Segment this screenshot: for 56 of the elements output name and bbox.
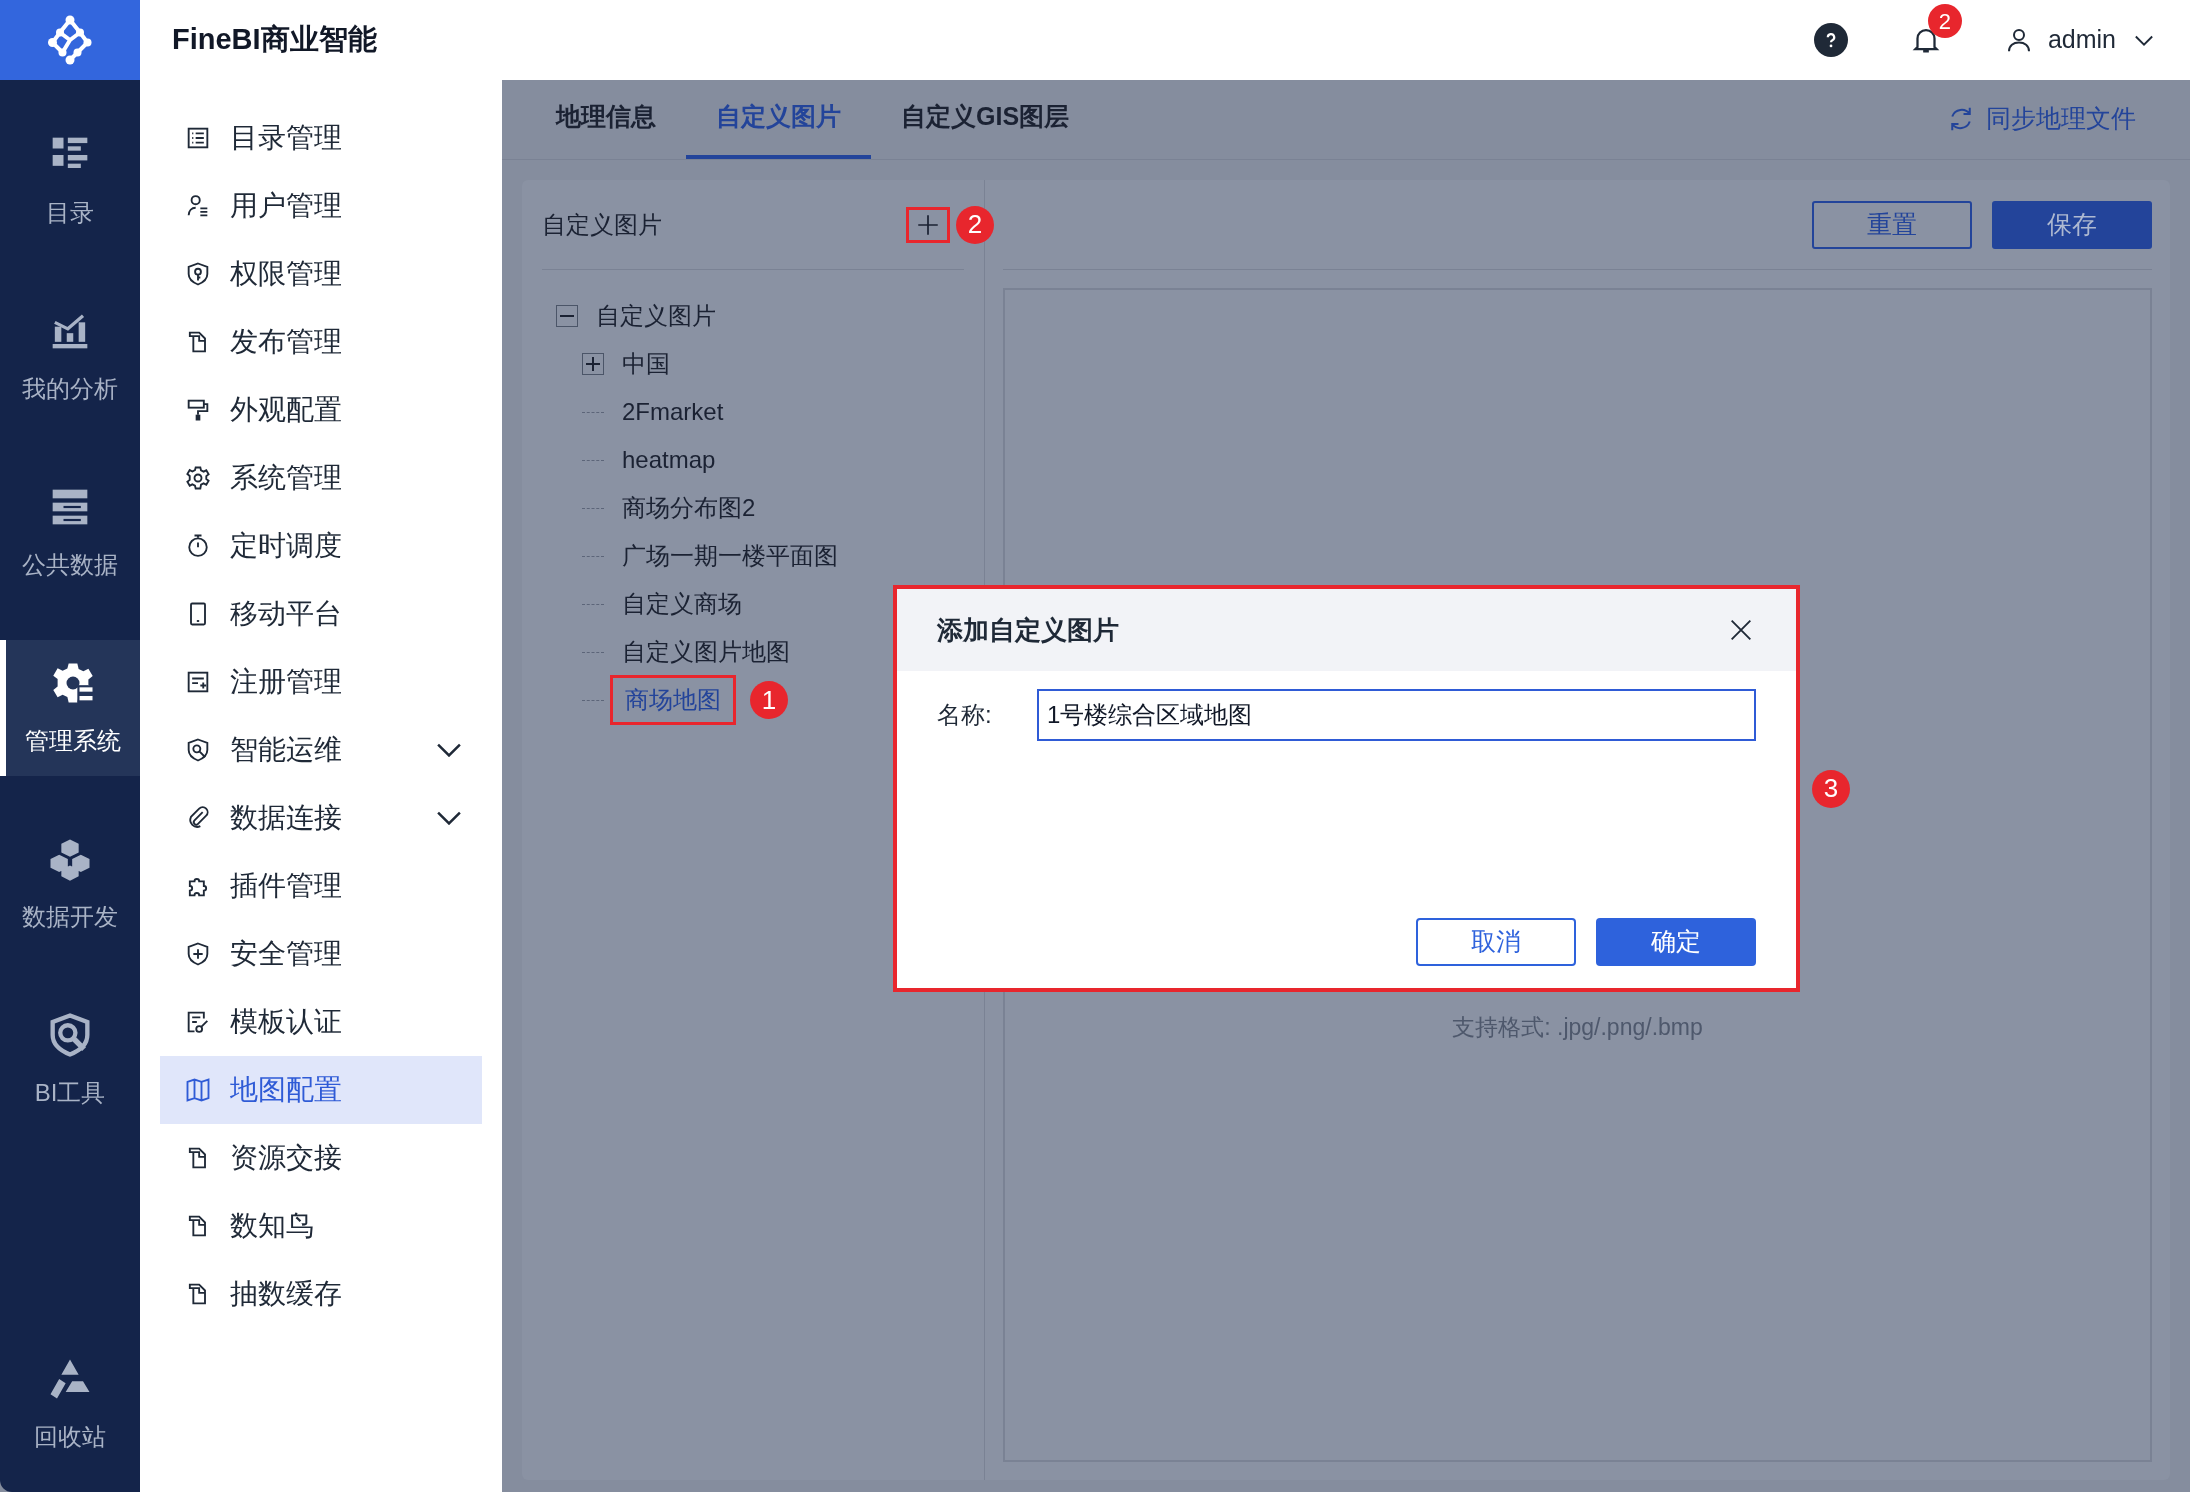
gear-icon <box>184 464 212 492</box>
tab[interactable]: 自定义GIS图层 <box>871 79 1100 159</box>
menu-item[interactable]: 注册管理 <box>160 648 482 716</box>
tree-item[interactable]: 自定义图片地图 <box>610 630 802 674</box>
menu-item[interactable]: 发布管理 <box>160 308 482 376</box>
tree-item[interactable]: 自定义图片 <box>584 294 728 338</box>
menu-item[interactable]: 系统管理 <box>160 444 482 512</box>
menu-item[interactable]: 智能运维 <box>160 716 482 784</box>
tree-item[interactable]: 2Fmarket <box>610 390 736 434</box>
app-title: FineBI商业智能 <box>172 22 377 58</box>
rail-item[interactable]: 我的分析 <box>0 288 140 424</box>
minus-icon <box>560 315 574 317</box>
menu-item[interactable]: 外观配置 <box>160 376 482 444</box>
panel-title: 自定义图片 <box>542 209 663 240</box>
menu-item[interactable]: 抽数缓存 <box>160 1260 482 1328</box>
cancel-button[interactable]: 取消 <box>1416 918 1576 966</box>
map-icon <box>184 1076 212 1104</box>
tree-item[interactable]: 商场分布图2 <box>610 486 768 530</box>
expand-toggle[interactable] <box>582 353 604 375</box>
menu-item[interactable]: 权限管理 <box>160 240 482 308</box>
help-button[interactable] <box>1813 23 1848 57</box>
field-label: 名称: <box>937 700 993 730</box>
menu-item[interactable]: 数据连接 <box>160 784 482 852</box>
rail-item[interactable]: BI工具 <box>0 992 140 1128</box>
notification-badge: 2 <box>1927 4 1962 38</box>
add-button[interactable] <box>906 206 950 243</box>
save-button[interactable]: 保存 <box>1992 200 2152 249</box>
tree-item[interactable]: 广场一期一楼平面图 <box>610 534 850 578</box>
rail-item[interactable]: 数据开发 <box>0 816 140 952</box>
dialog-title: 添加自定义图片 <box>937 613 1120 647</box>
confirm-button[interactable]: 确定 <box>1596 918 1756 966</box>
annotation-number: 2 <box>956 205 994 244</box>
menu-item[interactable]: 模板认证 <box>160 988 482 1056</box>
menu-item[interactable]: 插件管理 <box>160 852 482 920</box>
menu-item[interactable]: 定时调度 <box>160 512 482 580</box>
user-menu[interactable]: admin <box>2003 21 2158 59</box>
menu-item[interactable]: 移动平台 <box>160 580 482 648</box>
tab[interactable]: 地理信息 <box>526 79 686 159</box>
tree-item[interactable]: heatmap <box>610 438 728 482</box>
rail-item[interactable]: 公共数据 <box>0 464 140 600</box>
tree-item[interactable]: 自定义商场 <box>610 582 754 626</box>
menu-item[interactable]: 资源交接 <box>160 1124 482 1192</box>
annotation-number: 1 <box>750 681 788 719</box>
plus-icon <box>586 357 600 371</box>
menu-item[interactable]: 用户管理 <box>160 172 482 240</box>
rail-item[interactable]: 管理系统 <box>0 640 140 776</box>
menu-item[interactable]: 数知鸟 <box>160 1192 482 1260</box>
collapse-toggle[interactable] <box>556 305 578 327</box>
menu-item[interactable]: 安全管理 <box>160 920 482 988</box>
rail-item[interactable]: 目录 <box>0 112 140 248</box>
menu-item[interactable]: 地图配置 <box>160 1056 482 1124</box>
rail-item[interactable]: 回收站 <box>0 1336 140 1472</box>
tree-item[interactable]: 中国 <box>610 342 682 386</box>
menu-item[interactable]: 目录管理 <box>160 104 482 172</box>
format-hint: 支持格式: .jpg/.png/.bmp <box>1452 1013 1703 1042</box>
name-input[interactable]: 1号楼综合区域地图 <box>1037 689 1756 741</box>
